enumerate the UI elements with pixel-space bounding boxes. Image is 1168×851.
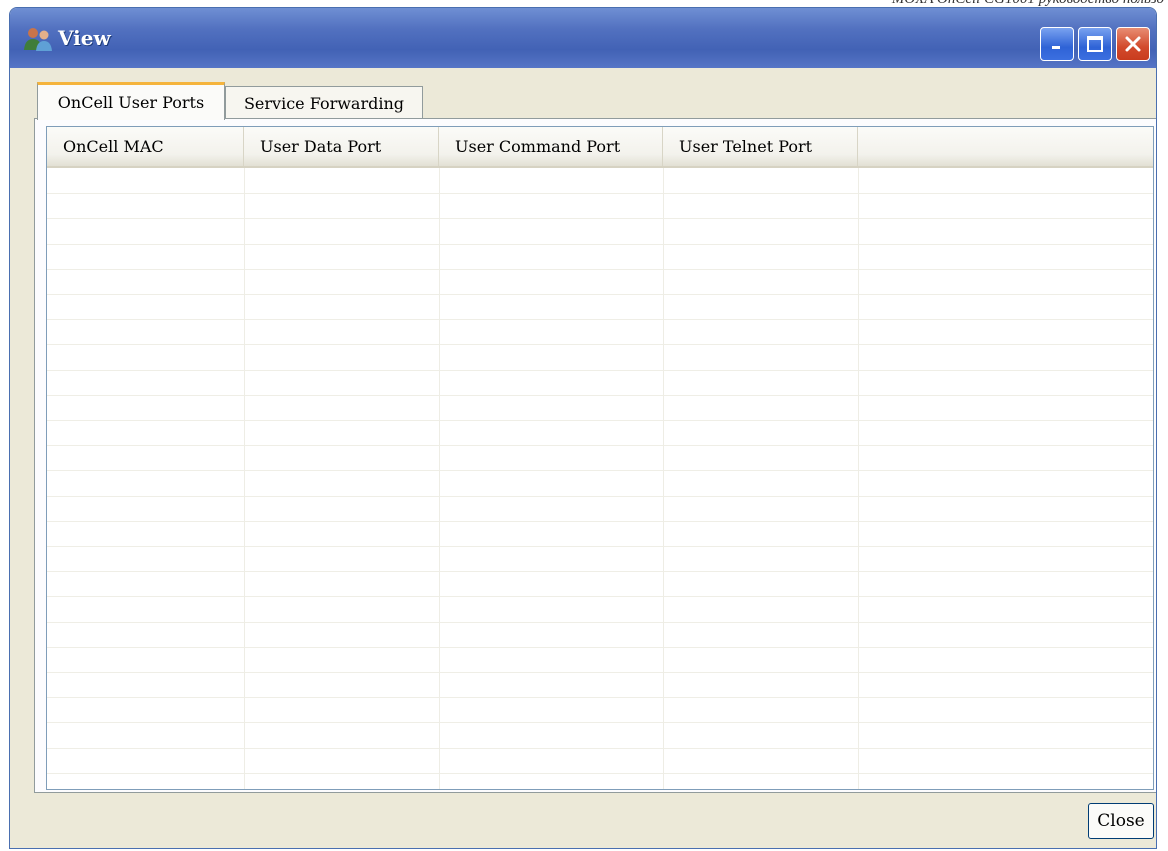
column-divider (439, 168, 440, 789)
table-body (47, 168, 1153, 789)
column-divider (663, 168, 664, 789)
row-divider (47, 697, 1153, 698)
row-divider (47, 722, 1153, 723)
row-divider (47, 571, 1153, 572)
row-divider (47, 748, 1153, 749)
close-button[interactable]: Close (1088, 803, 1154, 839)
row-divider (47, 218, 1153, 219)
window-title: View (58, 26, 111, 50)
column-header-user-command-port[interactable]: User Command Port (439, 127, 663, 166)
tab-oncell-user-ports[interactable]: OnCell User Ports (37, 82, 225, 120)
minimize-button[interactable] (1040, 27, 1074, 61)
row-divider (47, 496, 1153, 497)
row-divider (47, 445, 1153, 446)
close-icon (1124, 35, 1142, 53)
row-divider (47, 647, 1153, 648)
row-divider (47, 294, 1153, 295)
maximize-button[interactable] (1078, 27, 1112, 61)
row-divider (47, 370, 1153, 371)
row-divider (47, 269, 1153, 270)
tab-service-forwarding[interactable]: Service Forwarding (225, 86, 423, 119)
column-divider (244, 168, 245, 789)
row-divider (47, 546, 1153, 547)
column-divider (858, 168, 859, 789)
row-divider (47, 420, 1153, 421)
close-window-button[interactable] (1116, 27, 1150, 61)
ports-table[interactable]: OnCell MAC User Data Port User Command P… (46, 126, 1154, 790)
row-divider (47, 193, 1153, 194)
row-divider (47, 672, 1153, 673)
maximize-icon (1086, 35, 1104, 53)
row-divider (47, 521, 1153, 522)
title-bar[interactable]: View (10, 8, 1156, 68)
row-divider (47, 622, 1153, 623)
tab-panel: OnCell MAC User Data Port User Command P… (34, 118, 1156, 793)
table-header: OnCell MAC User Data Port User Command P… (47, 127, 1153, 168)
row-divider (47, 773, 1153, 774)
row-divider (47, 596, 1153, 597)
column-header-oncell-mac[interactable]: OnCell MAC (47, 127, 244, 166)
column-header-user-telnet-port[interactable]: User Telnet Port (663, 127, 858, 166)
view-window: View OnCell User Ports Service Forwardin… (9, 7, 1157, 849)
column-header-filler (858, 127, 1153, 166)
row-divider (47, 244, 1153, 245)
row-divider (47, 470, 1153, 471)
minimize-icon (1049, 36, 1065, 52)
row-divider (47, 319, 1153, 320)
row-divider (47, 344, 1153, 345)
row-divider (47, 395, 1153, 396)
column-header-user-data-port[interactable]: User Data Port (244, 127, 439, 166)
users-icon (22, 26, 54, 52)
